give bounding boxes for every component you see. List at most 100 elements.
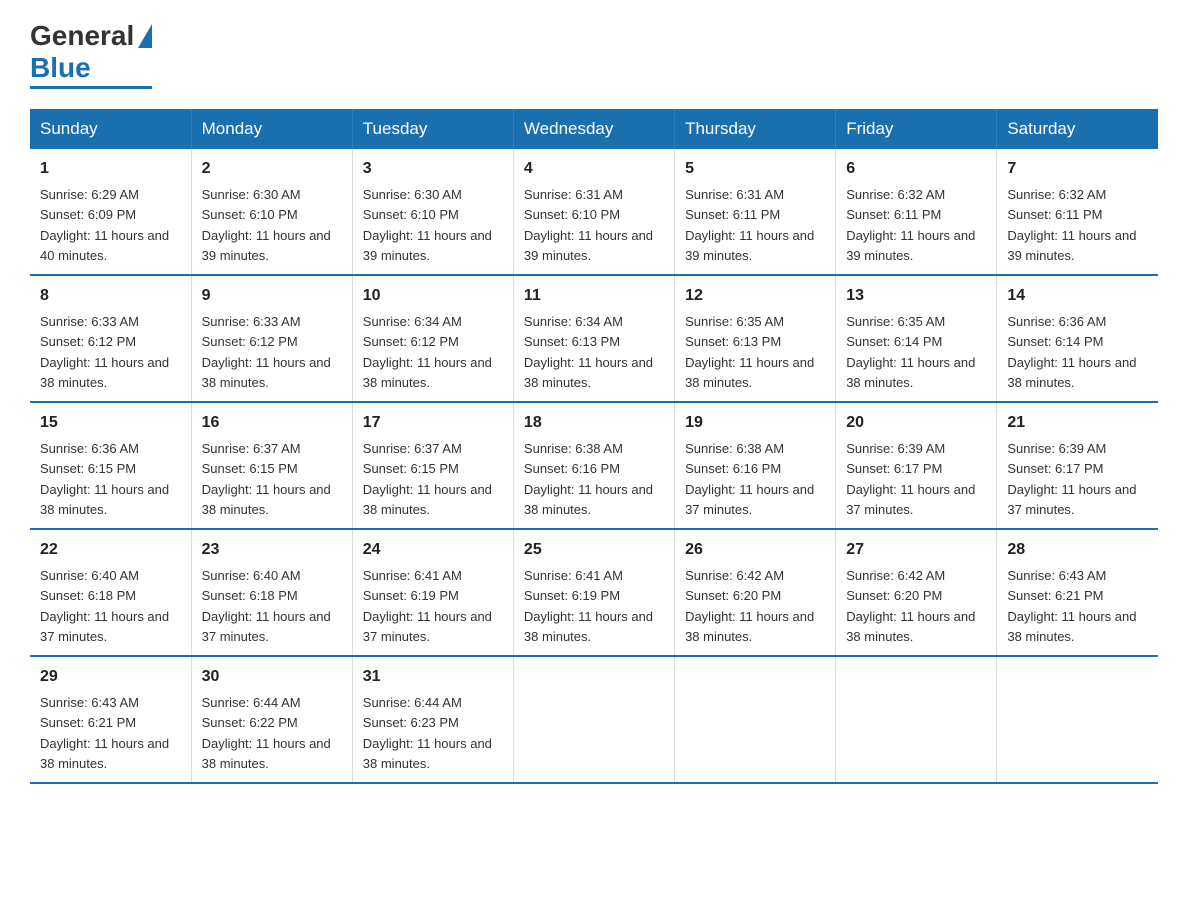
calendar-cell: 19 Sunrise: 6:38 AMSunset: 6:16 PMDayligh… [675,402,836,529]
day-info: Sunrise: 6:34 AMSunset: 6:13 PMDaylight:… [524,314,653,390]
day-number: 18 [524,411,664,435]
day-info: Sunrise: 6:40 AMSunset: 6:18 PMDaylight:… [40,568,169,644]
day-number: 31 [363,665,503,689]
day-info: Sunrise: 6:42 AMSunset: 6:20 PMDaylight:… [846,568,975,644]
calendar-cell: 29Sunrise: 6:43 AMSunset: 6:21 PMDayligh… [30,656,191,783]
day-info: Sunrise: 6:35 AMSunset: 6:13 PMDaylight:… [685,314,814,390]
day-number: 28 [1007,538,1148,562]
day-number: 10 [363,284,503,308]
day-number: 23 [202,538,342,562]
day-number: 29 [40,665,181,689]
calendar-table: SundayMondayTuesdayWednesdayThursdayFrid… [30,109,1158,784]
calendar-week-row: 8 Sunrise: 6:33 AMSunset: 6:12 PMDaylight… [30,275,1158,402]
calendar-cell: 12Sunrise: 6:35 AMSunset: 6:13 PMDayligh… [675,275,836,402]
day-number: 30 [202,665,342,689]
logo-triangle-icon [138,24,152,48]
day-info: Sunrise: 6:30 AMSunset: 6:10 PMDaylight:… [363,187,492,263]
header-wednesday: Wednesday [513,109,674,149]
calendar-week-row: 29Sunrise: 6:43 AMSunset: 6:21 PMDayligh… [30,656,1158,783]
calendar-cell: 28 Sunrise: 6:43 AMSunset: 6:21 PMDayligh… [997,529,1158,656]
day-info: Sunrise: 6:32 AMSunset: 6:11 PMDaylight:… [846,187,975,263]
day-number: 16 [202,411,342,435]
day-info: Sunrise: 6:31 AMSunset: 6:11 PMDaylight:… [685,187,814,263]
day-info: Sunrise: 6:33 AMSunset: 6:12 PMDaylight:… [202,314,331,390]
calendar-cell: 14Sunrise: 6:36 AMSunset: 6:14 PMDayligh… [997,275,1158,402]
day-info: Sunrise: 6:44 AMSunset: 6:22 PMDaylight:… [202,695,331,771]
calendar-cell: 8 Sunrise: 6:33 AMSunset: 6:12 PMDaylight… [30,275,191,402]
logo-blue-text: Blue [30,52,91,84]
calendar-cell: 10 Sunrise: 6:34 AMSunset: 6:12 PMDayligh… [352,275,513,402]
day-number: 17 [363,411,503,435]
calendar-cell: 31 Sunrise: 6:44 AMSunset: 6:23 PMDayligh… [352,656,513,783]
day-info: Sunrise: 6:41 AMSunset: 6:19 PMDaylight:… [524,568,653,644]
day-number: 19 [685,411,825,435]
day-number: 1 [40,157,181,181]
calendar-header-row: SundayMondayTuesdayWednesdayThursdayFrid… [30,109,1158,149]
calendar-week-row: 22 Sunrise: 6:40 AMSunset: 6:18 PMDayligh… [30,529,1158,656]
logo: General Blue [30,20,152,89]
day-number: 5 [685,157,825,181]
day-info: Sunrise: 6:39 AMSunset: 6:17 PMDaylight:… [846,441,975,517]
day-info: Sunrise: 6:41 AMSunset: 6:19 PMDaylight:… [363,568,492,644]
calendar-cell: 27 Sunrise: 6:42 AMSunset: 6:20 PMDayligh… [836,529,997,656]
calendar-cell: 17 Sunrise: 6:37 AMSunset: 6:15 PMDayligh… [352,402,513,529]
day-info: Sunrise: 6:38 AMSunset: 6:16 PMDaylight:… [685,441,814,517]
day-number: 26 [685,538,825,562]
header-sunday: Sunday [30,109,191,149]
day-info: Sunrise: 6:29 AMSunset: 6:09 PMDaylight:… [40,187,169,263]
calendar-week-row: 15Sunrise: 6:36 AMSunset: 6:15 PMDayligh… [30,402,1158,529]
calendar-cell: 21 Sunrise: 6:39 AMSunset: 6:17 PMDayligh… [997,402,1158,529]
logo-underline [30,86,152,89]
calendar-cell [836,656,997,783]
calendar-cell [675,656,836,783]
calendar-cell: 9 Sunrise: 6:33 AMSunset: 6:12 PMDaylight… [191,275,352,402]
day-info: Sunrise: 6:33 AMSunset: 6:12 PMDaylight:… [40,314,169,390]
calendar-cell: 13 Sunrise: 6:35 AMSunset: 6:14 PMDayligh… [836,275,997,402]
calendar-cell [513,656,674,783]
page-header: General Blue [30,20,1158,89]
header-saturday: Saturday [997,109,1158,149]
calendar-cell: 30 Sunrise: 6:44 AMSunset: 6:22 PMDayligh… [191,656,352,783]
calendar-cell: 3 Sunrise: 6:30 AMSunset: 6:10 PMDaylight… [352,149,513,275]
calendar-cell: 24 Sunrise: 6:41 AMSunset: 6:19 PMDayligh… [352,529,513,656]
day-number: 25 [524,538,664,562]
calendar-cell: 4 Sunrise: 6:31 AMSunset: 6:10 PMDaylight… [513,149,674,275]
day-number: 9 [202,284,342,308]
day-number: 7 [1007,157,1148,181]
day-info: Sunrise: 6:37 AMSunset: 6:15 PMDaylight:… [363,441,492,517]
day-info: Sunrise: 6:34 AMSunset: 6:12 PMDaylight:… [363,314,492,390]
day-number: 4 [524,157,664,181]
header-monday: Monday [191,109,352,149]
day-number: 6 [846,157,986,181]
day-info: Sunrise: 6:39 AMSunset: 6:17 PMDaylight:… [1007,441,1136,517]
day-number: 8 [40,284,181,308]
day-number: 21 [1007,411,1148,435]
day-info: Sunrise: 6:38 AMSunset: 6:16 PMDaylight:… [524,441,653,517]
day-number: 22 [40,538,181,562]
calendar-cell: 23 Sunrise: 6:40 AMSunset: 6:18 PMDayligh… [191,529,352,656]
day-number: 24 [363,538,503,562]
day-number: 3 [363,157,503,181]
day-info: Sunrise: 6:30 AMSunset: 6:10 PMDaylight:… [202,187,331,263]
day-info: Sunrise: 6:31 AMSunset: 6:10 PMDaylight:… [524,187,653,263]
calendar-cell: 15Sunrise: 6:36 AMSunset: 6:15 PMDayligh… [30,402,191,529]
calendar-cell: 25 Sunrise: 6:41 AMSunset: 6:19 PMDayligh… [513,529,674,656]
day-number: 11 [524,284,664,308]
logo-general-text: General [30,20,134,52]
calendar-cell: 5 Sunrise: 6:31 AMSunset: 6:11 PMDaylight… [675,149,836,275]
calendar-cell: 16 Sunrise: 6:37 AMSunset: 6:15 PMDayligh… [191,402,352,529]
day-info: Sunrise: 6:36 AMSunset: 6:14 PMDaylight:… [1007,314,1136,390]
day-info: Sunrise: 6:36 AMSunset: 6:15 PMDaylight:… [40,441,169,517]
calendar-cell: 18 Sunrise: 6:38 AMSunset: 6:16 PMDayligh… [513,402,674,529]
day-info: Sunrise: 6:35 AMSunset: 6:14 PMDaylight:… [846,314,975,390]
day-info: Sunrise: 6:43 AMSunset: 6:21 PMDaylight:… [1007,568,1136,644]
day-info: Sunrise: 6:44 AMSunset: 6:23 PMDaylight:… [363,695,492,771]
calendar-week-row: 1 Sunrise: 6:29 AMSunset: 6:09 PMDaylight… [30,149,1158,275]
day-info: Sunrise: 6:40 AMSunset: 6:18 PMDaylight:… [202,568,331,644]
day-number: 13 [846,284,986,308]
calendar-cell: 2Sunrise: 6:30 AMSunset: 6:10 PMDaylight… [191,149,352,275]
header-friday: Friday [836,109,997,149]
day-info: Sunrise: 6:32 AMSunset: 6:11 PMDaylight:… [1007,187,1136,263]
day-number: 27 [846,538,986,562]
day-info: Sunrise: 6:37 AMSunset: 6:15 PMDaylight:… [202,441,331,517]
